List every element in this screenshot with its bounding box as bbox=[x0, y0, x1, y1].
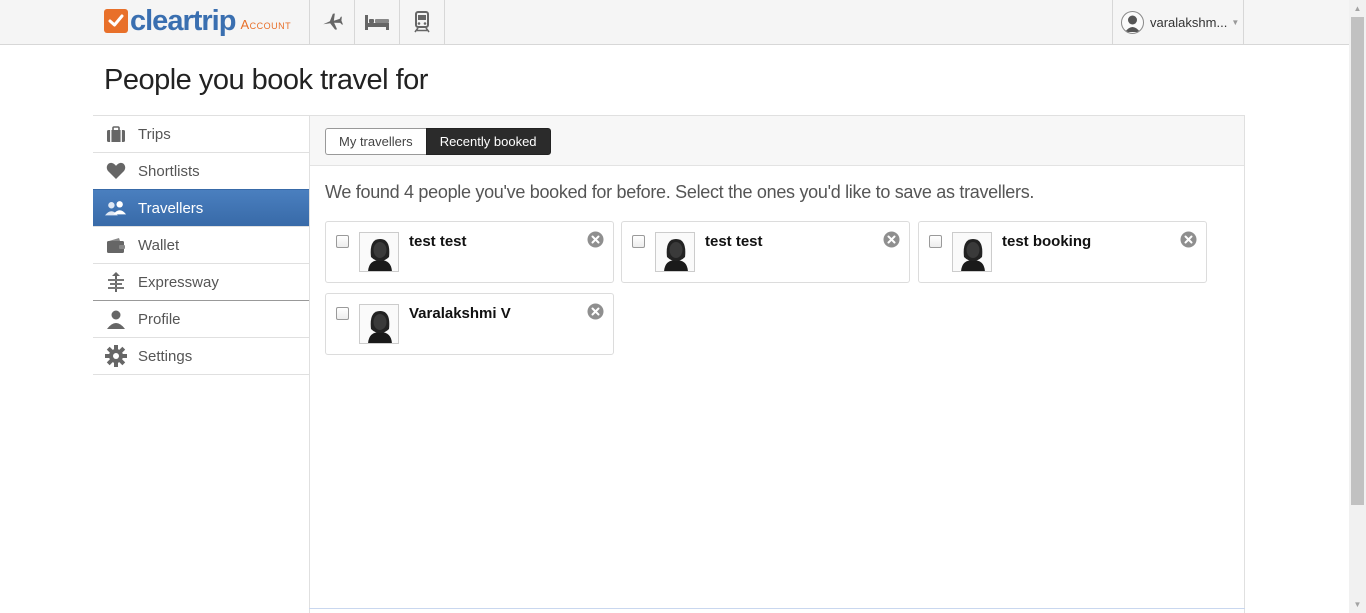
flight-icon bbox=[323, 13, 343, 30]
traveller-avatar-icon bbox=[359, 232, 399, 272]
traveller-name: test test bbox=[409, 233, 467, 250]
traveller-card: test booking bbox=[918, 221, 1207, 283]
user-account-menu[interactable]: varalakshm... ▼ bbox=[1112, 0, 1244, 44]
person-icon bbox=[105, 309, 127, 329]
sidebar-item-label: Shortlists bbox=[138, 162, 200, 180]
scroll-down-arrow-icon[interactable]: ▼ bbox=[1349, 596, 1366, 613]
traveller-card: test test bbox=[621, 221, 910, 283]
tab-my-travellers[interactable]: My travellers bbox=[325, 128, 426, 155]
travellers-tab-bar: My travellers Recently booked bbox=[310, 116, 1244, 166]
sidebar-item-label: Wallet bbox=[138, 236, 180, 254]
traveller-card: Varalakshmi V bbox=[325, 293, 614, 355]
select-traveller-checkbox[interactable] bbox=[336, 235, 349, 248]
scrollbar-thumb[interactable] bbox=[1351, 17, 1364, 505]
wallet-icon bbox=[105, 235, 127, 255]
tab-recently-booked[interactable]: Recently booked bbox=[425, 128, 551, 155]
hotels-nav-button[interactable] bbox=[354, 0, 399, 44]
sidebar-divider bbox=[93, 374, 310, 375]
expressway-icon bbox=[105, 272, 127, 292]
travellers-panel: My travellers Recently booked We found 4… bbox=[309, 115, 1245, 613]
traveller-name: test test bbox=[705, 233, 763, 250]
sidebar-item-expressway[interactable]: Expressway bbox=[93, 263, 310, 300]
account-sidebar: Trips Shortlists Travellers Wallet Expre… bbox=[93, 115, 310, 375]
sidebar-item-label: Settings bbox=[138, 347, 193, 365]
found-travellers-message: We found 4 people you've booked for befo… bbox=[325, 182, 1035, 202]
cleartrip-logo[interactable]: cleartrip Account bbox=[104, 6, 291, 40]
sidebar-item-shortlists[interactable]: Shortlists bbox=[93, 152, 310, 189]
logo-check-icon bbox=[104, 9, 128, 33]
sidebar-item-profile[interactable]: Profile bbox=[93, 300, 310, 337]
logo-text: cleartrip bbox=[130, 5, 236, 37]
flights-nav-button[interactable] bbox=[309, 0, 354, 44]
traveller-card: test test bbox=[325, 221, 614, 283]
logo-account-label: Account bbox=[240, 17, 292, 32]
select-traveller-checkbox[interactable] bbox=[929, 235, 942, 248]
traveller-avatar-icon bbox=[655, 232, 695, 272]
remove-traveller-close-icon[interactable] bbox=[587, 231, 604, 248]
sidebar-item-travellers[interactable]: Travellers bbox=[93, 189, 310, 226]
panel-bottom-border bbox=[309, 608, 1245, 609]
remove-traveller-close-icon[interactable] bbox=[587, 303, 604, 320]
traveller-avatar-icon bbox=[359, 304, 399, 344]
chevron-down-icon: ▼ bbox=[1231, 17, 1240, 27]
trains-nav-button[interactable] bbox=[399, 0, 445, 44]
traveller-name: Varalakshmi V bbox=[409, 305, 511, 322]
sidebar-item-label: Expressway bbox=[138, 273, 219, 291]
train-icon bbox=[414, 11, 430, 33]
traveller-avatar-icon bbox=[952, 232, 992, 272]
page-title: People you book travel for bbox=[104, 64, 428, 96]
scroll-up-arrow-icon[interactable]: ▲ bbox=[1349, 0, 1366, 17]
select-traveller-checkbox[interactable] bbox=[336, 307, 349, 320]
people-icon bbox=[105, 198, 127, 218]
hotel-bed-icon bbox=[365, 15, 389, 30]
traveller-name: test booking bbox=[1002, 233, 1092, 250]
sidebar-item-label: Travellers bbox=[138, 199, 204, 217]
gear-icon bbox=[105, 345, 127, 367]
briefcase-icon bbox=[105, 124, 127, 144]
heart-icon bbox=[105, 161, 127, 181]
sidebar-item-label: Profile bbox=[138, 310, 181, 328]
user-avatar-icon bbox=[1121, 10, 1144, 34]
top-header: cleartrip Account varalakshm... ▼ bbox=[0, 0, 1349, 45]
page-scrollbar[interactable]: ▲ ▼ bbox=[1349, 0, 1366, 613]
sidebar-item-settings[interactable]: Settings bbox=[93, 337, 310, 374]
remove-traveller-close-icon[interactable] bbox=[883, 231, 900, 248]
user-name: varalakshm... bbox=[1150, 14, 1228, 30]
select-traveller-checkbox[interactable] bbox=[632, 235, 645, 248]
sidebar-item-trips[interactable]: Trips bbox=[93, 115, 310, 152]
sidebar-item-label: Trips bbox=[138, 125, 171, 143]
remove-traveller-close-icon[interactable] bbox=[1180, 231, 1197, 248]
sidebar-item-wallet[interactable]: Wallet bbox=[93, 226, 310, 263]
